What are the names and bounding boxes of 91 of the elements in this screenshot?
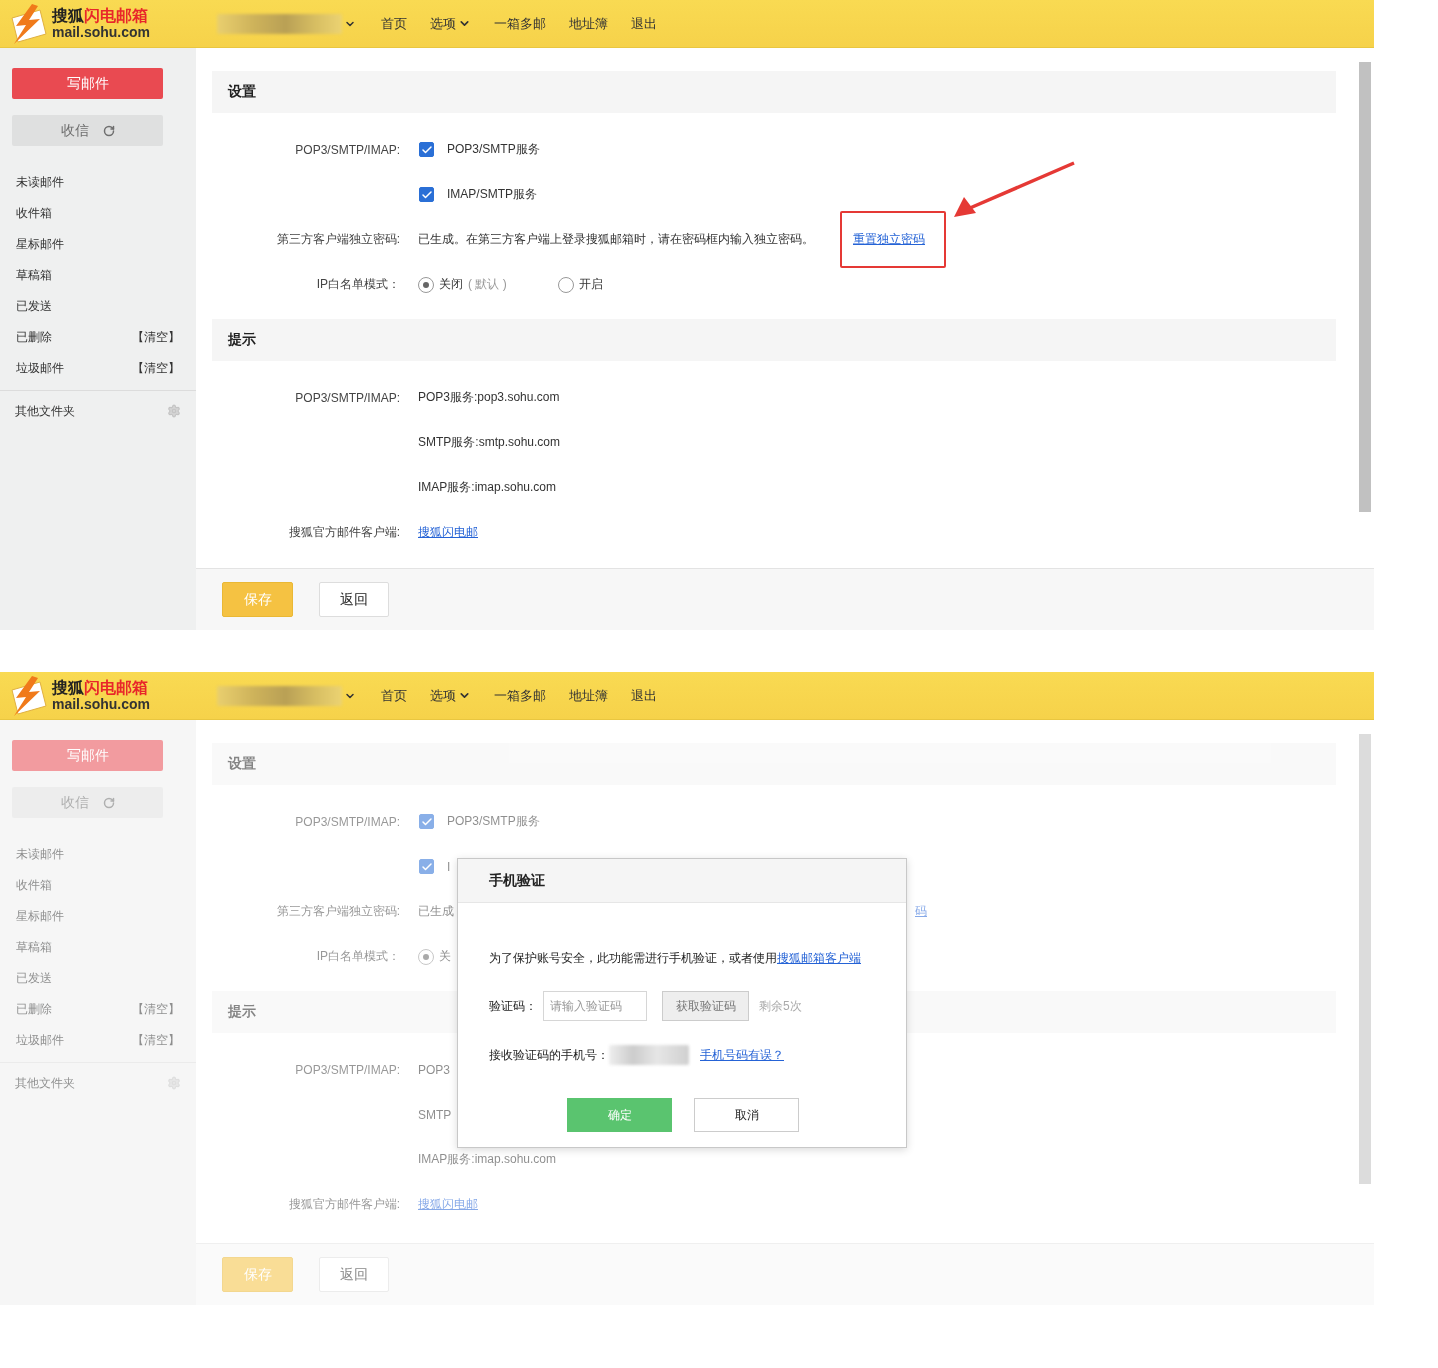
radio-button[interactable] [418,948,434,965]
folder-item[interactable]: 已发送 [16,298,52,315]
field-label: POP3/SMTP/IMAP: [295,142,400,157]
radio-label: 关闭 [439,276,463,293]
checkbox[interactable] [419,142,434,157]
field-label: 搜狐官方邮件客户端: [288,1196,400,1213]
checkbox[interactable] [419,187,434,202]
settings-icon[interactable] [167,404,181,418]
field-label: POP3/SMTP/IMAP: [295,814,400,829]
field-label: 第三方客户端独立密码: [276,903,400,920]
wrong-number-link[interactable]: 手机号码有误？ [700,1046,784,1064]
code-label: 验证码： [489,997,537,1015]
info-text: 已生成。在第三方客户端上登录搜狐邮箱时，请在密码框内输入独立密码。 [418,231,815,248]
server-info: SMTP服务:smtp.sohu.com [418,434,561,451]
folder-item[interactable]: 收件箱 [16,877,52,894]
empty-folder-link[interactable]: 【清空】 [132,360,180,377]
server-info: SMTP [418,1107,452,1122]
folder-group[interactable]: 其他文件夹 [15,1074,75,1092]
radio-button[interactable] [558,276,574,293]
section-header: 提示 [212,319,1336,361]
nav-link[interactable]: 地址簿 [569,14,608,33]
field-label: IP白名单模式： [316,948,400,965]
checkbox-label: POP3/SMTP服务 [447,141,540,158]
field-label: POP3/SMTP/IMAP: [295,390,400,405]
phone-label: 接收验证码的手机号： [489,1046,609,1064]
folder-item[interactable]: 星标邮件 [16,908,64,925]
server-info: IMAP服务:imap.sohu.com [418,1151,557,1168]
folder-item[interactable]: 已删除 [16,1001,52,1018]
client-link[interactable]: 搜狐邮箱客户端 [777,951,861,965]
empty-folder-link[interactable]: 【清空】 [132,1001,180,1018]
nav-menu[interactable]: 选项 [430,686,471,705]
nav-link[interactable]: 一箱多邮 [494,14,546,33]
server-info: IMAP服务:imap.sohu.com [418,479,557,496]
cancel-button[interactable]: 取消 [694,1098,799,1132]
folder-group[interactable]: 其他文件夹 [15,402,75,420]
nav-link[interactable]: 退出 [631,686,657,705]
empty-folder-link[interactable]: 【清空】 [132,329,180,346]
dialog-title: 手机验证 [458,859,906,903]
receive-button[interactable]: 收信 [12,115,163,146]
default-note: ( 默认 ) [468,276,507,293]
nav-link[interactable]: 退出 [631,14,657,33]
server-info: POP3服务:pop3.sohu.com [418,389,560,406]
folder-item[interactable]: 未读邮件 [16,846,64,863]
folder-item[interactable]: 星标邮件 [16,236,64,253]
radio-button[interactable] [418,276,434,293]
logo-icon [8,3,48,44]
nav-menu[interactable]: 选项 [430,14,471,33]
brand-name: 搜狐闪电邮箱 [52,6,149,24]
radio-label: 关 [439,948,451,965]
settings-icon[interactable] [167,1076,181,1090]
checkbox-label: POP3/SMTP服务 [447,813,540,830]
section-header: 设置 [212,71,1336,113]
checkbox-label: IMAP/SMTP服务 [447,186,537,203]
folder-item[interactable]: 收件箱 [16,205,52,222]
folder-item[interactable]: 已删除 [16,329,52,346]
logo-icon [8,675,48,716]
folder-item[interactable]: 未读邮件 [16,174,64,191]
nav-link[interactable]: 首页 [381,686,407,705]
folder-item[interactable]: 垃圾邮件 [16,1032,64,1049]
remaining-count: 剩余5次 [759,997,802,1015]
brand-domain: mail.sohu.com [52,695,151,713]
field-label: IP白名单模式： [316,276,400,293]
refresh-icon [102,796,115,809]
nav-link[interactable]: 首页 [381,14,407,33]
server-info: POP3 [418,1062,450,1077]
compose-button[interactable]: 写邮件 [12,68,163,99]
brand-name: 搜狐闪电邮箱 [52,678,149,696]
folder-item[interactable]: 已发送 [16,970,52,987]
checkbox[interactable] [419,814,434,829]
field-label: 搜狐官方邮件客户端: [288,524,400,541]
checkbox[interactable] [419,859,434,874]
back-button[interactable]: 返回 [319,1257,389,1292]
brand-domain: mail.sohu.com [52,23,151,41]
info-text: 已生成 [418,903,455,920]
client-link[interactable]: 搜狐闪电邮 [418,524,478,541]
reset-password-link[interactable]: 重置独立密码 [853,231,925,248]
back-button[interactable]: 返回 [319,582,389,617]
nav-link[interactable]: 地址簿 [569,686,608,705]
folder-item[interactable]: 草稿箱 [16,267,52,284]
field-label: POP3/SMTP/IMAP: [295,1062,400,1077]
field-label: 第三方客户端独立密码: [276,231,400,248]
folder-item[interactable]: 草稿箱 [16,939,52,956]
refresh-icon [102,124,115,137]
code-input[interactable]: 请输入验证码 [543,991,647,1021]
folder-item[interactable]: 垃圾邮件 [16,360,64,377]
radio-label: 开启 [579,276,603,293]
nav-link[interactable]: 一箱多邮 [494,686,546,705]
empty-folder-link[interactable]: 【清空】 [132,1032,180,1049]
checkbox-label: I [447,859,451,874]
section-header: 设置 [212,743,1336,785]
dialog-message: 为了保护账号安全，此功能需进行手机验证，或者使用搜狐邮箱客户端 [489,950,862,967]
